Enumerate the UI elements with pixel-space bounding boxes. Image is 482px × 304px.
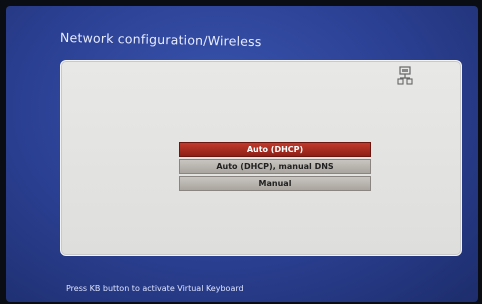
config-panel: Auto (DHCP) Auto (DHCP), manual DNS Manu…: [60, 60, 462, 256]
tv-screen: Network configuration/Wireless Auto (DHC…: [6, 6, 478, 302]
menu-item-manual[interactable]: Manual: [179, 176, 371, 191]
keyboard-hint: Press KB button to activate Virtual Keyb…: [66, 284, 244, 293]
menu-item-auto-dhcp[interactable]: Auto (DHCP): [179, 142, 371, 157]
menu-item-auto-dhcp-manual-dns[interactable]: Auto (DHCP), manual DNS: [179, 159, 371, 174]
menu-item-label: Auto (DHCP): [246, 145, 304, 154]
network-icon: [397, 66, 413, 86]
menu-item-label: Manual: [258, 179, 292, 188]
ip-mode-menu: Auto (DHCP) Auto (DHCP), manual DNS Manu…: [179, 142, 371, 193]
page-title: Network configuration/Wireless: [59, 29, 262, 50]
menu-item-label: Auto (DHCP), manual DNS: [216, 162, 334, 171]
